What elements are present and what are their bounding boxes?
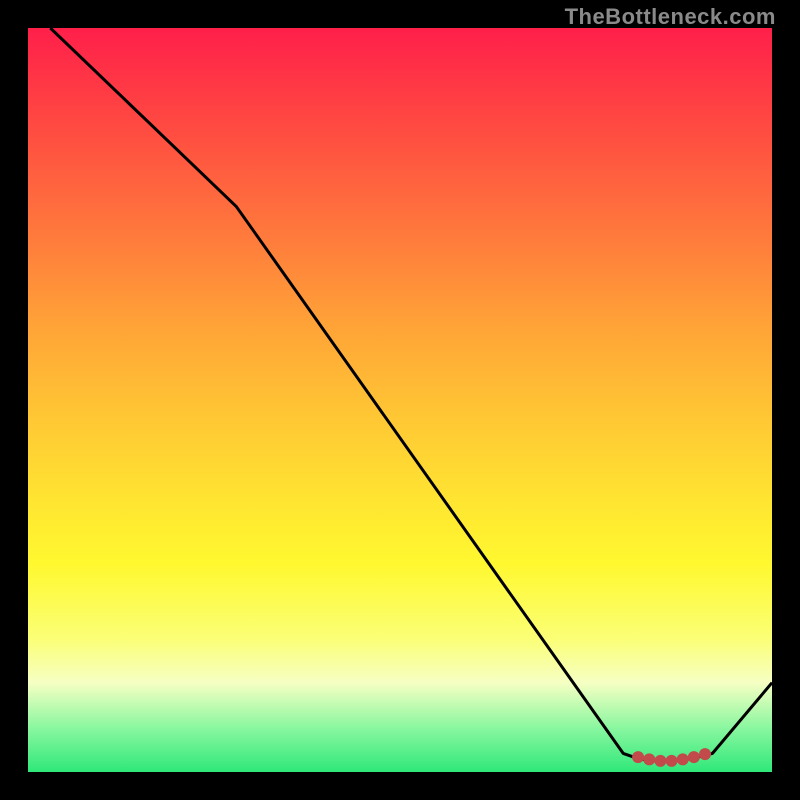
optimal-marker bbox=[632, 751, 644, 763]
optimal-marker bbox=[654, 755, 666, 767]
optimal-marker bbox=[666, 755, 678, 767]
chart-frame: TheBottleneck.com bbox=[0, 0, 800, 800]
optimal-marker bbox=[688, 751, 700, 763]
chart-svg bbox=[28, 28, 772, 772]
optimal-marker bbox=[699, 748, 711, 760]
optimal-marker bbox=[643, 753, 655, 765]
optimal-marker bbox=[677, 753, 689, 765]
bottleneck-curve bbox=[50, 28, 772, 761]
line-series bbox=[50, 28, 772, 761]
watermark-text: TheBottleneck.com bbox=[565, 4, 776, 30]
marker-series bbox=[632, 748, 711, 767]
plot-area bbox=[28, 28, 772, 772]
